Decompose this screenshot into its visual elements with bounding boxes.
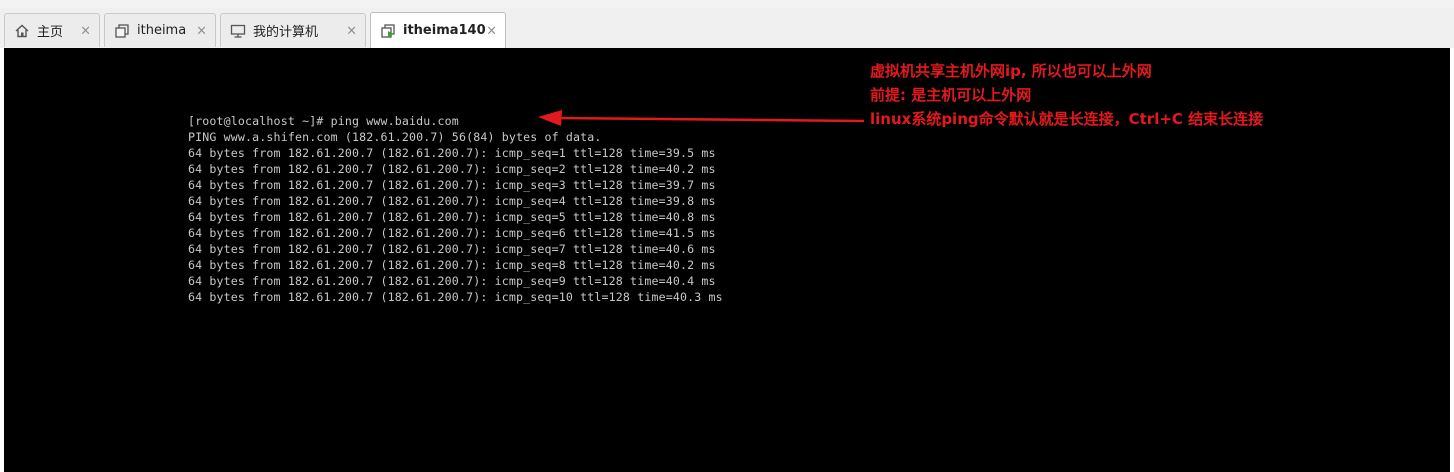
tab-close-button[interactable]: × <box>196 23 207 38</box>
tab-label: 我的计算机 <box>253 25 319 40</box>
annotation-note: 虚拟机共享主机外网ip, 所以也可以上外网 前提: 是主机可以上外网 linux系统… <box>870 59 1263 131</box>
annotation-line: linux系统ping命令默认就是长连接，Ctrl+C 结束长连接 <box>870 110 1264 128</box>
annotation-line: 前提: 是主机可以上外网 <box>870 86 1032 104</box>
terminal-output-line: 64 bytes from 182.61.200.7 (182.61.200.7… <box>188 210 716 224</box>
tab-home[interactable]: 主页 × <box>4 13 100 47</box>
terminal-output-line: 64 bytes from 182.61.200.7 (182.61.200.7… <box>188 274 716 288</box>
terminal-output-line: 64 bytes from 182.61.200.7 (182.61.200.7… <box>188 290 723 304</box>
tab-itheima140[interactable]: itheima140 × <box>370 12 506 48</box>
terminal-output-line: 64 bytes from 182.61.200.7 (182.61.200.7… <box>188 226 716 240</box>
terminal-output-line: 64 bytes from 182.61.200.7 (182.61.200.7… <box>188 162 716 176</box>
terminal-output: [root@localhost ~]# ping www.baidu.com PI… <box>188 113 723 305</box>
annotation-arrow <box>538 110 865 126</box>
tab-label: itheima140 <box>403 23 486 38</box>
vm-clone-icon <box>113 22 131 40</box>
tab-itheima[interactable]: itheima × <box>104 13 216 47</box>
terminal-output-line: 64 bytes from 182.61.200.7 (182.61.200.7… <box>188 146 716 160</box>
tab-label: 主页 <box>37 25 64 40</box>
terminal-output-line: 64 bytes from 182.61.200.7 (182.61.200.7… <box>188 178 716 192</box>
terminal-output-line: PING www.a.shifen.com (182.61.200.7) 56(… <box>188 130 602 144</box>
terminal-output-line: 64 bytes from 182.61.200.7 (182.61.200.7… <box>188 242 716 256</box>
tab-close-button[interactable]: × <box>486 23 497 38</box>
terminal-output-line: 64 bytes from 182.61.200.7 (182.61.200.7… <box>188 258 716 272</box>
annotation-line: 虚拟机共享主机外网ip, 所以也可以上外网 <box>870 62 1152 80</box>
tab-close-button[interactable]: × <box>80 23 91 38</box>
monitor-icon <box>229 22 247 40</box>
tab-close-button[interactable]: × <box>346 23 357 38</box>
vm-running-icon <box>379 22 397 40</box>
tab-my-computer[interactable]: 我的计算机 × <box>220 13 366 47</box>
tab-label: itheima <box>137 23 187 38</box>
tab-bar: 主页 × itheima × 我的计算机 × itheima140 × <box>0 8 1454 48</box>
terminal-output-line: 64 bytes from 182.61.200.7 (182.61.200.7… <box>188 194 716 208</box>
home-icon <box>13 22 31 40</box>
